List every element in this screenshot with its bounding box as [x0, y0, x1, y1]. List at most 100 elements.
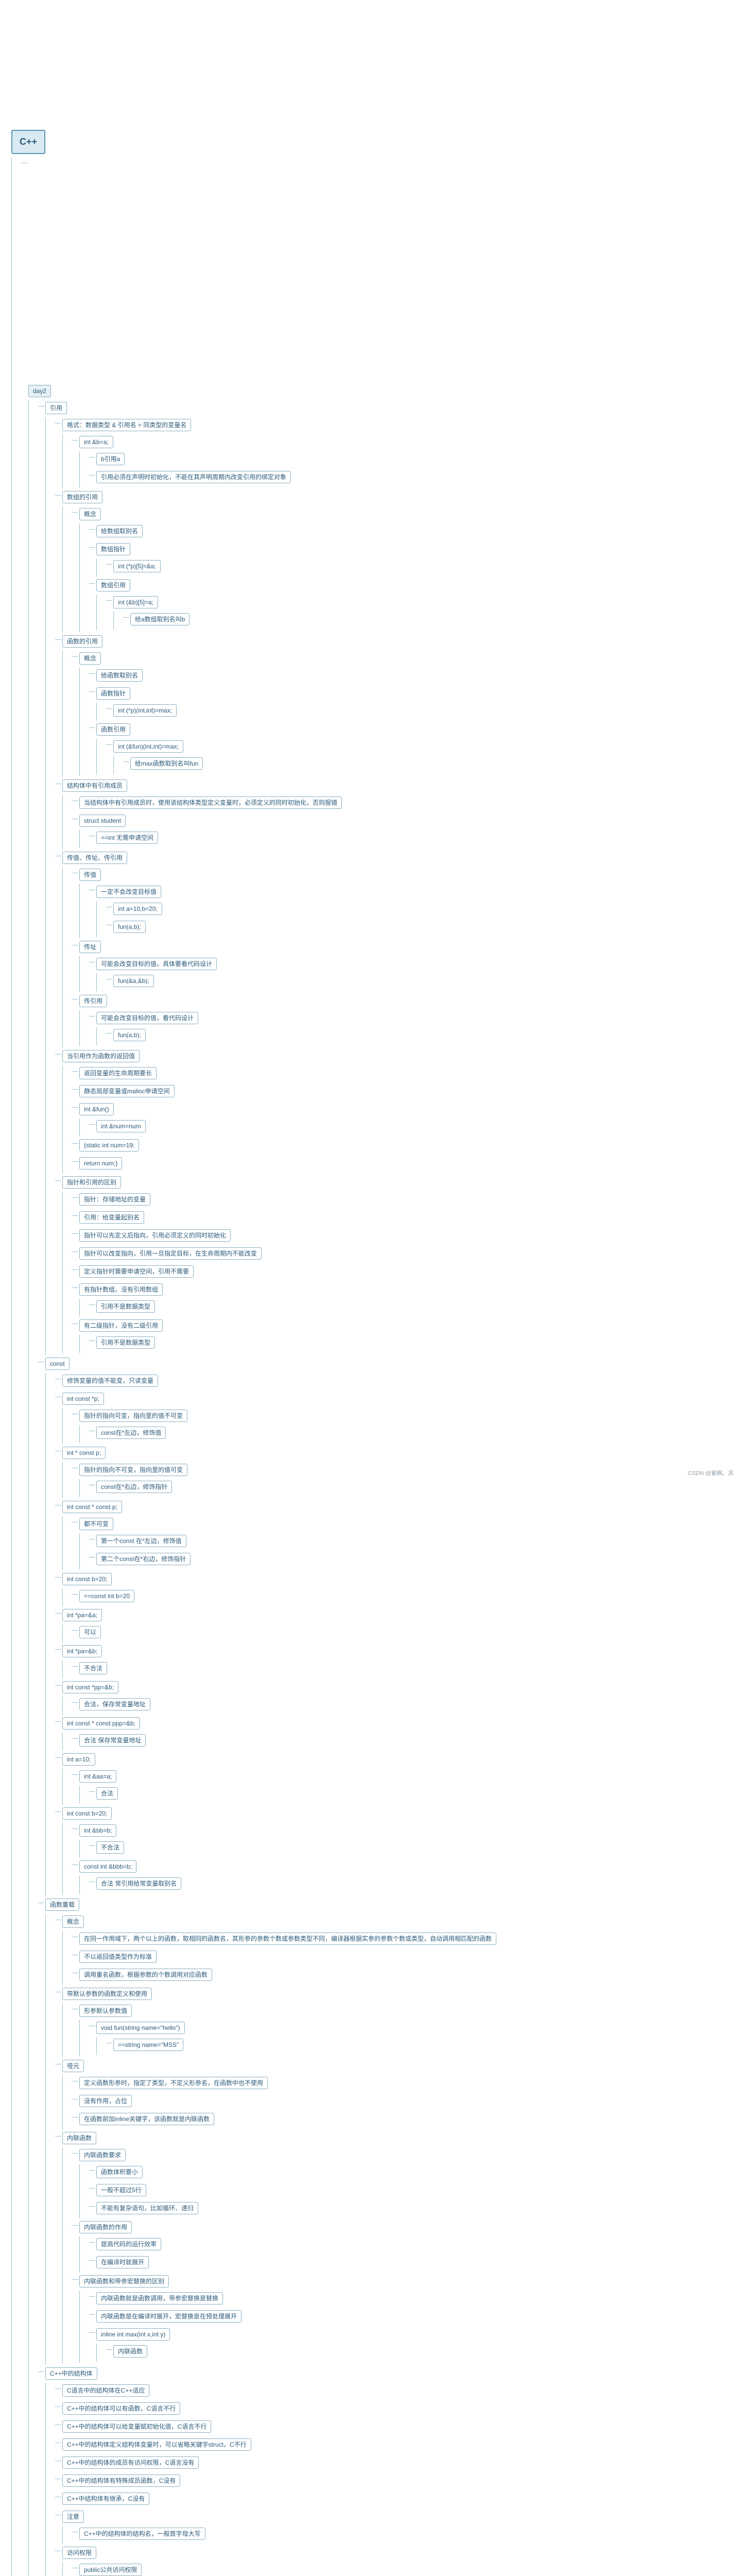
children: 概念在同一作用域下，两个以上的函数，取相同的函数名，其形参的参数个数或参数类型不… — [45, 1914, 743, 2365]
node-label[interactable]: int const b=20; — [62, 1807, 112, 1820]
children: int (&b)[5]=a; 给a数组取别名叫b — [96, 595, 743, 631]
mind-node: 函数指针int (*p)(int,int)=max; — [89, 686, 743, 722]
node-label: 给a数组取别名叫b — [130, 613, 189, 625]
children: 当结构体中有引用成员时，使用该结构体类型定义变量时，必须定义的同时初始化，否则报… — [62, 795, 743, 849]
mind-node: int (*p)[5]=&a; — [106, 558, 743, 577]
mind-node: 合法 — [89, 1786, 743, 1804]
node-label[interactable]: const int &bbb=b; — [79, 1860, 136, 1873]
mind-node: const修饰变量的值不能变，只读变量int const *p;指针的指向可变，… — [38, 1356, 743, 1897]
node-label: const在*左边，修饰值 — [96, 1427, 166, 1439]
children: 合法 常引用给常变量取别名 — [79, 1876, 743, 1894]
mind-node: 不能有复杂语句，比如循环、递归 — [89, 2200, 743, 2218]
root-node[interactable]: C++ — [11, 130, 45, 154]
node-label[interactable]: 形参默认参数值 — [79, 2005, 132, 2017]
node-label[interactable]: 数组的引用 — [62, 491, 102, 503]
node-label[interactable]: 一定不会改变目标值 — [96, 886, 161, 898]
children: 引用不是数据类型 — [79, 1299, 743, 1317]
node-label[interactable]: 传值、传址、传引用 — [62, 852, 127, 864]
node-label[interactable]: 概念 — [79, 652, 101, 665]
node-label[interactable]: 概念 — [62, 1916, 84, 1928]
node-label[interactable]: const — [45, 1358, 70, 1370]
node-label: public公共访问权限 — [79, 2564, 142, 2576]
node-label: fun(&a,&b); — [113, 975, 154, 987]
node-label: C++中的结构体定义结构体变量时，可以省略关键字struct，C不行 — [62, 2438, 251, 2451]
node-label[interactable]: int a=10; — [62, 1753, 95, 1766]
node-label[interactable]: inline int max(int x,int y) — [96, 2328, 170, 2341]
mind-node: 不以返回值类型作为标准 — [72, 1949, 743, 1967]
mind-node: 有二级指针，没有二级引用引用不是数据类型 — [72, 1318, 743, 1354]
day2-node[interactable]: day2 — [28, 385, 51, 397]
node-label[interactable]: 函数指针 — [96, 687, 130, 700]
mind-node: 引用：给变量起别名 — [72, 1210, 743, 1228]
node-label[interactable]: 内联函数的作用 — [79, 2221, 132, 2233]
children: ==string name="MSS" — [96, 2037, 743, 2055]
node-label: 指针可以先定义后指向，引用必须定义的同时初始化 — [79, 1229, 231, 1242]
node-label[interactable]: int const *pp=&b; — [62, 1681, 118, 1693]
node-label[interactable]: int const * const ppp=&b; — [62, 1717, 140, 1730]
node-label: 引用不是数据类型 — [96, 1336, 155, 1349]
node-label[interactable]: 有二级指针，没有二级引用 — [79, 1319, 163, 1332]
node-label[interactable]: 结构体中有引用成员 — [62, 779, 127, 792]
node-label[interactable]: 有指针数组，没有引用数组 — [79, 1283, 163, 1296]
node-label: ==int 无需申请空间 — [96, 832, 158, 844]
mind-node: 不合法 — [72, 1660, 743, 1679]
node-label[interactable]: 概念 — [79, 508, 101, 520]
mind-node: 内联函数是在编译时展开，宏替换是在预处理展开 — [89, 2309, 743, 2327]
node-label[interactable]: 内联函数要求 — [79, 2149, 126, 2161]
node-label[interactable]: int const * const p; — [62, 1501, 122, 1513]
node-label[interactable]: 注意 — [62, 2511, 84, 2523]
children: 引用不是数据类型 — [79, 1335, 743, 1353]
node-label[interactable]: 指针的指向可变，指向里的值不可变 — [79, 1410, 187, 1422]
node-label[interactable]: 可能会改变目标的值，具体要看代码设计 — [96, 958, 217, 970]
node-label[interactable]: 访问权限 — [62, 2547, 96, 2559]
node-label[interactable]: int *pa=&a; — [62, 1609, 102, 1621]
node-label[interactable]: 指针的指向不可变，指向里的值可变 — [79, 1464, 187, 1476]
mind-node: 指针可以改变指向，引用一旦指定目标，在生命周期内不能改变 — [72, 1246, 743, 1264]
node-label[interactable]: int &bb=b; — [79, 1824, 116, 1837]
node-label: 引用：给变量起别名 — [79, 1211, 144, 1224]
node-label[interactable]: 指针和引用的区别 — [62, 1176, 121, 1189]
mind-node: 第一个const 在*左边，修饰值 — [89, 1533, 743, 1551]
mind-node: 函数体积要小 — [89, 2164, 743, 2182]
node-label: C++中的结构体可以有函数，C语言不行 — [62, 2402, 180, 2415]
node-label[interactable]: void fun(string name="hello") — [96, 2022, 185, 2034]
node-label[interactable]: int const b=20; — [62, 1573, 112, 1585]
children: 一定不会改变目标值int a=10,b=20;fun(a,b); — [79, 884, 743, 938]
node-label: 引用必须在声明时初始化，不能在其声明周期内改变引用的绑定对象 — [96, 471, 291, 483]
node-label[interactable]: 带默认参数的函数定义和使用 — [62, 1988, 152, 2000]
node-label[interactable]: 引用 — [45, 402, 67, 414]
node-label[interactable]: int (&b)[5]=a; — [113, 596, 158, 608]
mind-node: 可能会改变目标的值，看代码设计fun(a,b); — [89, 1010, 743, 1046]
node-label[interactable]: int const *p; — [62, 1393, 104, 1405]
node-label[interactable]: int *pa=&b; — [62, 1645, 102, 1657]
node-label[interactable]: 都不可变 — [79, 1518, 113, 1530]
node-label[interactable]: int &b=a; — [79, 436, 113, 448]
node-label[interactable]: int &aa=a; — [79, 1770, 116, 1783]
node-label[interactable]: int * const p; — [62, 1447, 106, 1459]
node-label[interactable]: 函数引用 — [96, 723, 130, 736]
node-label[interactable]: 当引用作为函数的返回值 — [62, 1050, 140, 1062]
node-label[interactable]: 传引用 — [79, 995, 107, 1007]
node-label[interactable]: int (&fun)(int,int)=max; — [113, 740, 183, 753]
node-label: 不合法 — [79, 1662, 107, 1674]
children: fun(&a,&b); — [96, 973, 743, 991]
node-label[interactable]: 内联函数和带参宏替换的区别 — [79, 2275, 169, 2287]
node-label[interactable]: 内联函数 — [62, 2132, 96, 2144]
children: 在同一作用域下，两个以上的函数，取相同的函数名，其形参的参数个数或参数类型不同，… — [62, 1931, 743, 1985]
node-label[interactable]: 传值 — [79, 869, 101, 881]
node-label[interactable]: 传址 — [79, 941, 101, 953]
node-label[interactable]: 函数重载 — [45, 1899, 79, 1911]
node-label[interactable]: 数组指针 — [96, 543, 130, 555]
node-label[interactable]: 哑元 — [62, 2060, 84, 2072]
node-label[interactable]: struct student — [79, 815, 126, 827]
mind-node: 给a数组取别名叫b — [123, 612, 743, 630]
node-label[interactable]: 格式：数据类型 & 引用名 = 同类型的变量名 — [62, 419, 191, 431]
node-label[interactable]: 函数的引用 — [62, 635, 102, 648]
mind-node: inline int max(int x,int y)内联函数 — [89, 2327, 743, 2363]
node-label[interactable]: 可能会改变目标的值，看代码设计 — [96, 1012, 198, 1024]
mind-node: int a=10,b=20; — [106, 901, 743, 919]
children: 都不可变第一个const 在*左边，修饰值第二个const在*右边，修饰指针 — [62, 1516, 743, 1570]
node-label[interactable]: int &fun() — [79, 1103, 114, 1115]
node-label[interactable]: 数组引用 — [96, 579, 130, 591]
node-label[interactable]: C++中的结构体 — [45, 2367, 97, 2380]
